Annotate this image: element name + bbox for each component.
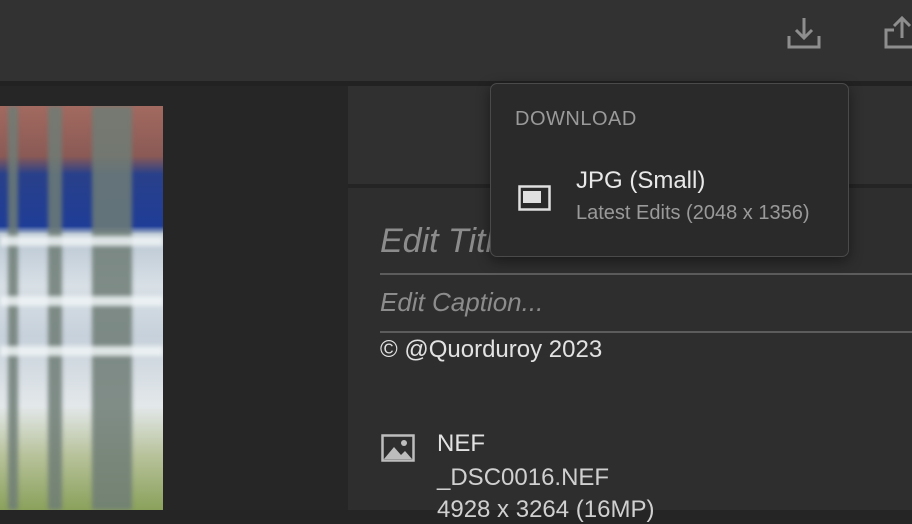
download-option-title: JPG (Small) (576, 167, 706, 194)
title-underline (380, 273, 912, 275)
file-dimensions: 4928 x 3264 (16MP) (437, 496, 655, 523)
image-frame-icon (518, 185, 551, 211)
download-button[interactable] (784, 12, 824, 52)
download-option-subtitle: Latest Edits (2048 x 1356) (576, 202, 810, 224)
download-menu-heading: DOWNLOAD (515, 108, 637, 130)
download-icon (787, 18, 821, 49)
photo-preview[interactable] (0, 106, 163, 510)
copyright-text: © @Quorduroy 2023 (380, 336, 603, 363)
file-name: _DSC0016.NEF (437, 464, 610, 491)
top-toolbar (0, 0, 912, 81)
file-type: NEF (437, 430, 485, 457)
download-menu: DOWNLOAD JPG (Small) Latest Edits (2048 … (490, 83, 849, 257)
image-icon (381, 434, 415, 462)
caption-field[interactable]: Edit Caption... (380, 287, 543, 318)
share-icon (884, 15, 912, 49)
share-button[interactable] (880, 12, 912, 52)
download-option-jpg-small[interactable]: JPG (Small) Latest Edits (2048 x 1356) (491, 159, 847, 235)
caption-underline (380, 331, 912, 333)
